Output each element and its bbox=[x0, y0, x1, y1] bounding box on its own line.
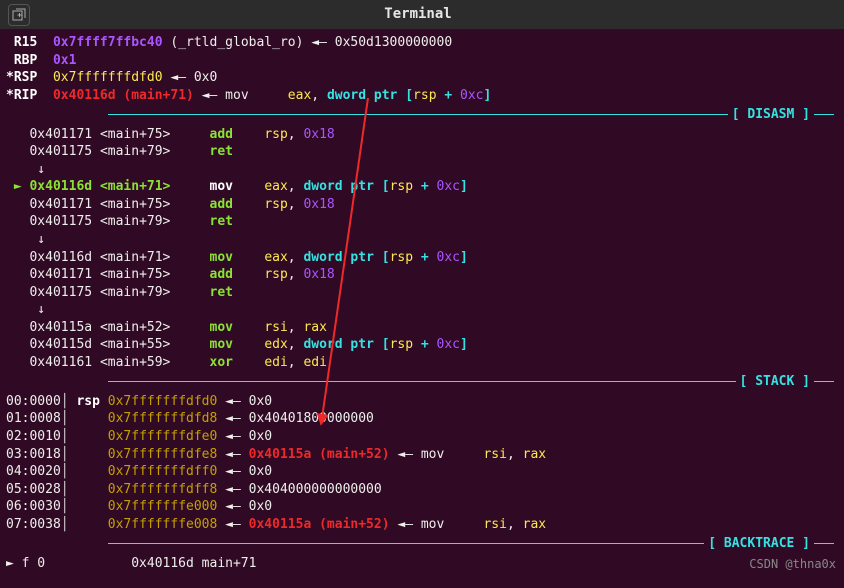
stack-offset: 06:0030 bbox=[6, 499, 61, 514]
terminal-line: 0x401171 <main+75> add rsp, 0x18 bbox=[6, 266, 838, 284]
stack-addr: 0x7fffffffdfd0 bbox=[108, 394, 218, 409]
stack-addr: 0x7fffffffdff8 bbox=[108, 482, 218, 497]
backtrace-frame: ► f 0 0x40116d main+71 bbox=[6, 556, 256, 571]
new-tab-button[interactable] bbox=[8, 4, 30, 26]
terminal-line: 0x401175 <main+79> ret bbox=[6, 143, 838, 161]
new-tab-icon bbox=[12, 8, 26, 22]
terminal-line: *RSP 0x7fffffffdfd0 ◄— 0x0 bbox=[6, 69, 838, 87]
terminal-line: 0x401171 <main+75> add rsp, 0x18 bbox=[6, 196, 838, 214]
terminal-line: ► f 0 0x40116d main+71 bbox=[6, 555, 838, 573]
section-stack: [ STACK ] bbox=[6, 373, 838, 391]
terminal-line: 0x401161 <main+59> xor edi, edi bbox=[6, 354, 838, 372]
reg-name: RBP bbox=[6, 53, 53, 68]
watermark: CSDN @thna0x bbox=[749, 556, 836, 572]
stack-addr: 0x7fffffffdff0 bbox=[108, 464, 218, 479]
vbar: │ bbox=[61, 394, 77, 409]
reg-name: R15 bbox=[6, 35, 53, 50]
vbar: │ bbox=[61, 447, 77, 462]
reg-addr: 0x7ffff7ffbc40 bbox=[53, 35, 163, 50]
terminal-line: 0x40115d <main+55> mov edx, dword ptr [r… bbox=[6, 336, 838, 354]
section-disasm: [ DISASM ] bbox=[6, 106, 838, 124]
section-backtrace: [ BACKTRACE ] bbox=[6, 535, 838, 553]
current-line-marker-icon: ► bbox=[6, 179, 29, 194]
reg-name: *RSP bbox=[6, 70, 53, 85]
terminal-line: 0x401171 <main+75> add rsp, 0x18 bbox=[6, 126, 838, 144]
stack-offset: 00:0000 bbox=[6, 394, 61, 409]
stack-addr: 0x7fffffffe000 bbox=[108, 499, 218, 514]
stack-addr: 0x7fffffffe008 bbox=[108, 517, 218, 532]
terminal-line: 07:0038│ 0x7fffffffe008 ◄— 0x40115a (mai… bbox=[6, 516, 838, 534]
terminal-line: 01:0008│ 0x7fffffffdfd8 ◄— 0x40401800000… bbox=[6, 410, 838, 428]
terminal-line: 03:0018│ 0x7fffffffdfe8 ◄— 0x40115a (mai… bbox=[6, 446, 838, 464]
stack-offset: 07:0038 bbox=[6, 517, 61, 532]
title-bar: Terminal bbox=[0, 0, 844, 30]
terminal-line: 0x40115a <main+52> mov rsi, rax bbox=[6, 319, 838, 337]
terminal-line: 0x401175 <main+79> ret bbox=[6, 284, 838, 302]
flow-arrow-icon: ↓ bbox=[6, 162, 45, 177]
terminal-line: R15 0x7ffff7ffbc40 (_rtld_global_ro) ◄— … bbox=[6, 34, 838, 52]
stack-offset: 02:0010 bbox=[6, 429, 61, 444]
reg-name: *RIP bbox=[6, 88, 53, 103]
window-title: Terminal bbox=[30, 5, 836, 24]
terminal-line: 04:0020│ 0x7fffffffdff0 ◄— 0x0 bbox=[6, 463, 838, 481]
terminal-line: ► 0x40116d <main+71> mov eax, dword ptr … bbox=[6, 178, 838, 196]
terminal-line: 02:0010│ 0x7fffffffdfe0 ◄— 0x0 bbox=[6, 428, 838, 446]
terminal-line: 0x401175 <main+79> ret bbox=[6, 213, 838, 231]
vbar: │ bbox=[61, 429, 77, 444]
terminal-line: ↓ bbox=[6, 301, 838, 319]
terminal-line: 0x40116d <main+71> mov eax, dword ptr [r… bbox=[6, 249, 838, 267]
vbar: │ bbox=[61, 482, 77, 497]
stack-offset: 03:0018 bbox=[6, 447, 61, 462]
terminal-line: RBP 0x1 bbox=[6, 52, 838, 70]
terminal-line: 05:0028│ 0x7fffffffdff8 ◄— 0x40400000000… bbox=[6, 481, 838, 499]
flow-arrow-icon: ↓ bbox=[6, 302, 45, 317]
terminal-line: 06:0030│ 0x7fffffffe000 ◄— 0x0 bbox=[6, 498, 838, 516]
terminal-output[interactable]: R15 0x7ffff7ffbc40 (_rtld_global_ro) ◄— … bbox=[0, 30, 844, 572]
vbar: │ bbox=[61, 499, 77, 514]
vbar: │ bbox=[61, 464, 77, 479]
stack-offset: 01:0008 bbox=[6, 411, 61, 426]
terminal-line: ↓ bbox=[6, 161, 838, 179]
terminal-line: ↓ bbox=[6, 231, 838, 249]
stack-addr: 0x7fffffffdfd8 bbox=[108, 411, 218, 426]
vbar: │ bbox=[61, 411, 77, 426]
terminal-line: 00:0000│ rsp 0x7fffffffdfd0 ◄— 0x0 bbox=[6, 393, 838, 411]
stack-offset: 04:0020 bbox=[6, 464, 61, 479]
vbar: │ bbox=[61, 517, 77, 532]
stack-offset: 05:0028 bbox=[6, 482, 61, 497]
stack-addr: 0x7fffffffdfe8 bbox=[108, 447, 218, 462]
terminal-line: *RIP 0x40116d (main+71) ◄— mov eax, dwor… bbox=[6, 87, 838, 105]
flow-arrow-icon: ↓ bbox=[6, 232, 45, 247]
stack-addr: 0x7fffffffdfe0 bbox=[108, 429, 218, 444]
